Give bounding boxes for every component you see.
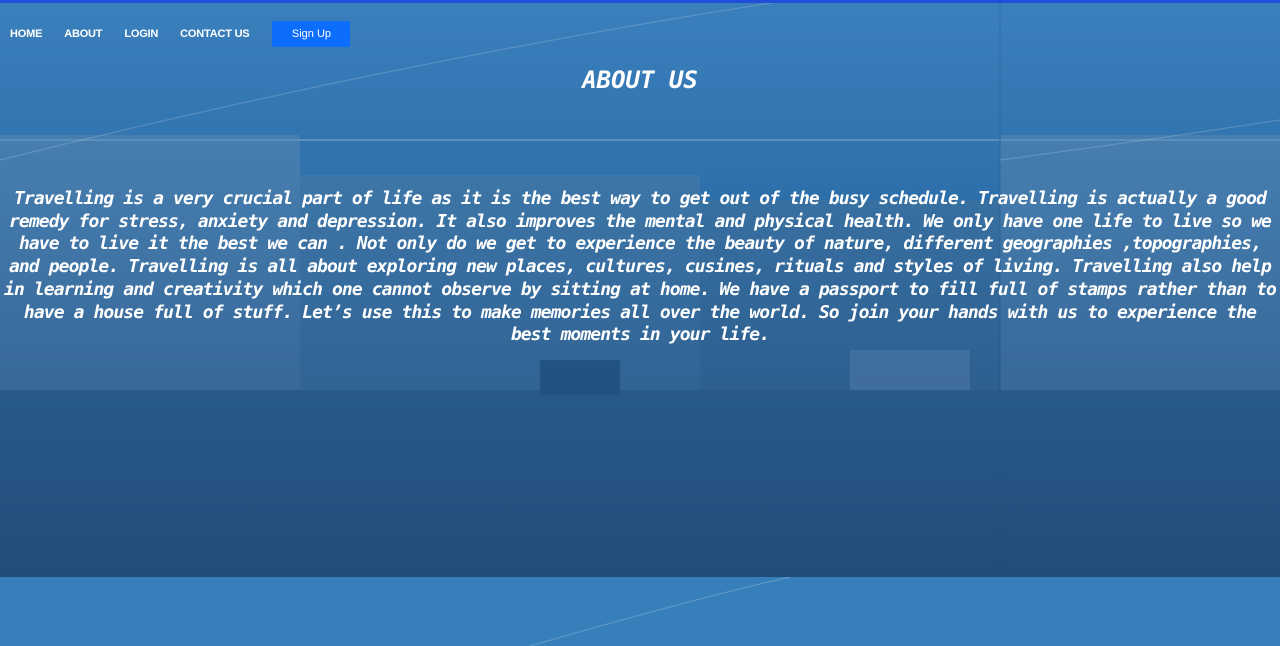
nav-home[interactable]: HOME: [10, 28, 42, 40]
page-title: ABOUT US: [582, 66, 698, 94]
nav-about[interactable]: ABOUT: [64, 28, 102, 40]
nav-contact-us[interactable]: CONTACT US: [180, 28, 249, 40]
hero-section: HOME ABOUT LOGIN CONTACT US Sign Up ABOU…: [0, 0, 1280, 577]
decorative-curve: [529, 577, 791, 646]
about-body-text: Travelling is a very crucial part of lif…: [4, 188, 1277, 346]
main-nav: HOME ABOUT LOGIN CONTACT US Sign Up: [0, 20, 351, 47]
top-border: [0, 0, 1280, 3]
lower-section: [0, 577, 1280, 646]
signup-button[interactable]: Sign Up: [272, 20, 351, 47]
nav-login[interactable]: LOGIN: [124, 28, 158, 40]
